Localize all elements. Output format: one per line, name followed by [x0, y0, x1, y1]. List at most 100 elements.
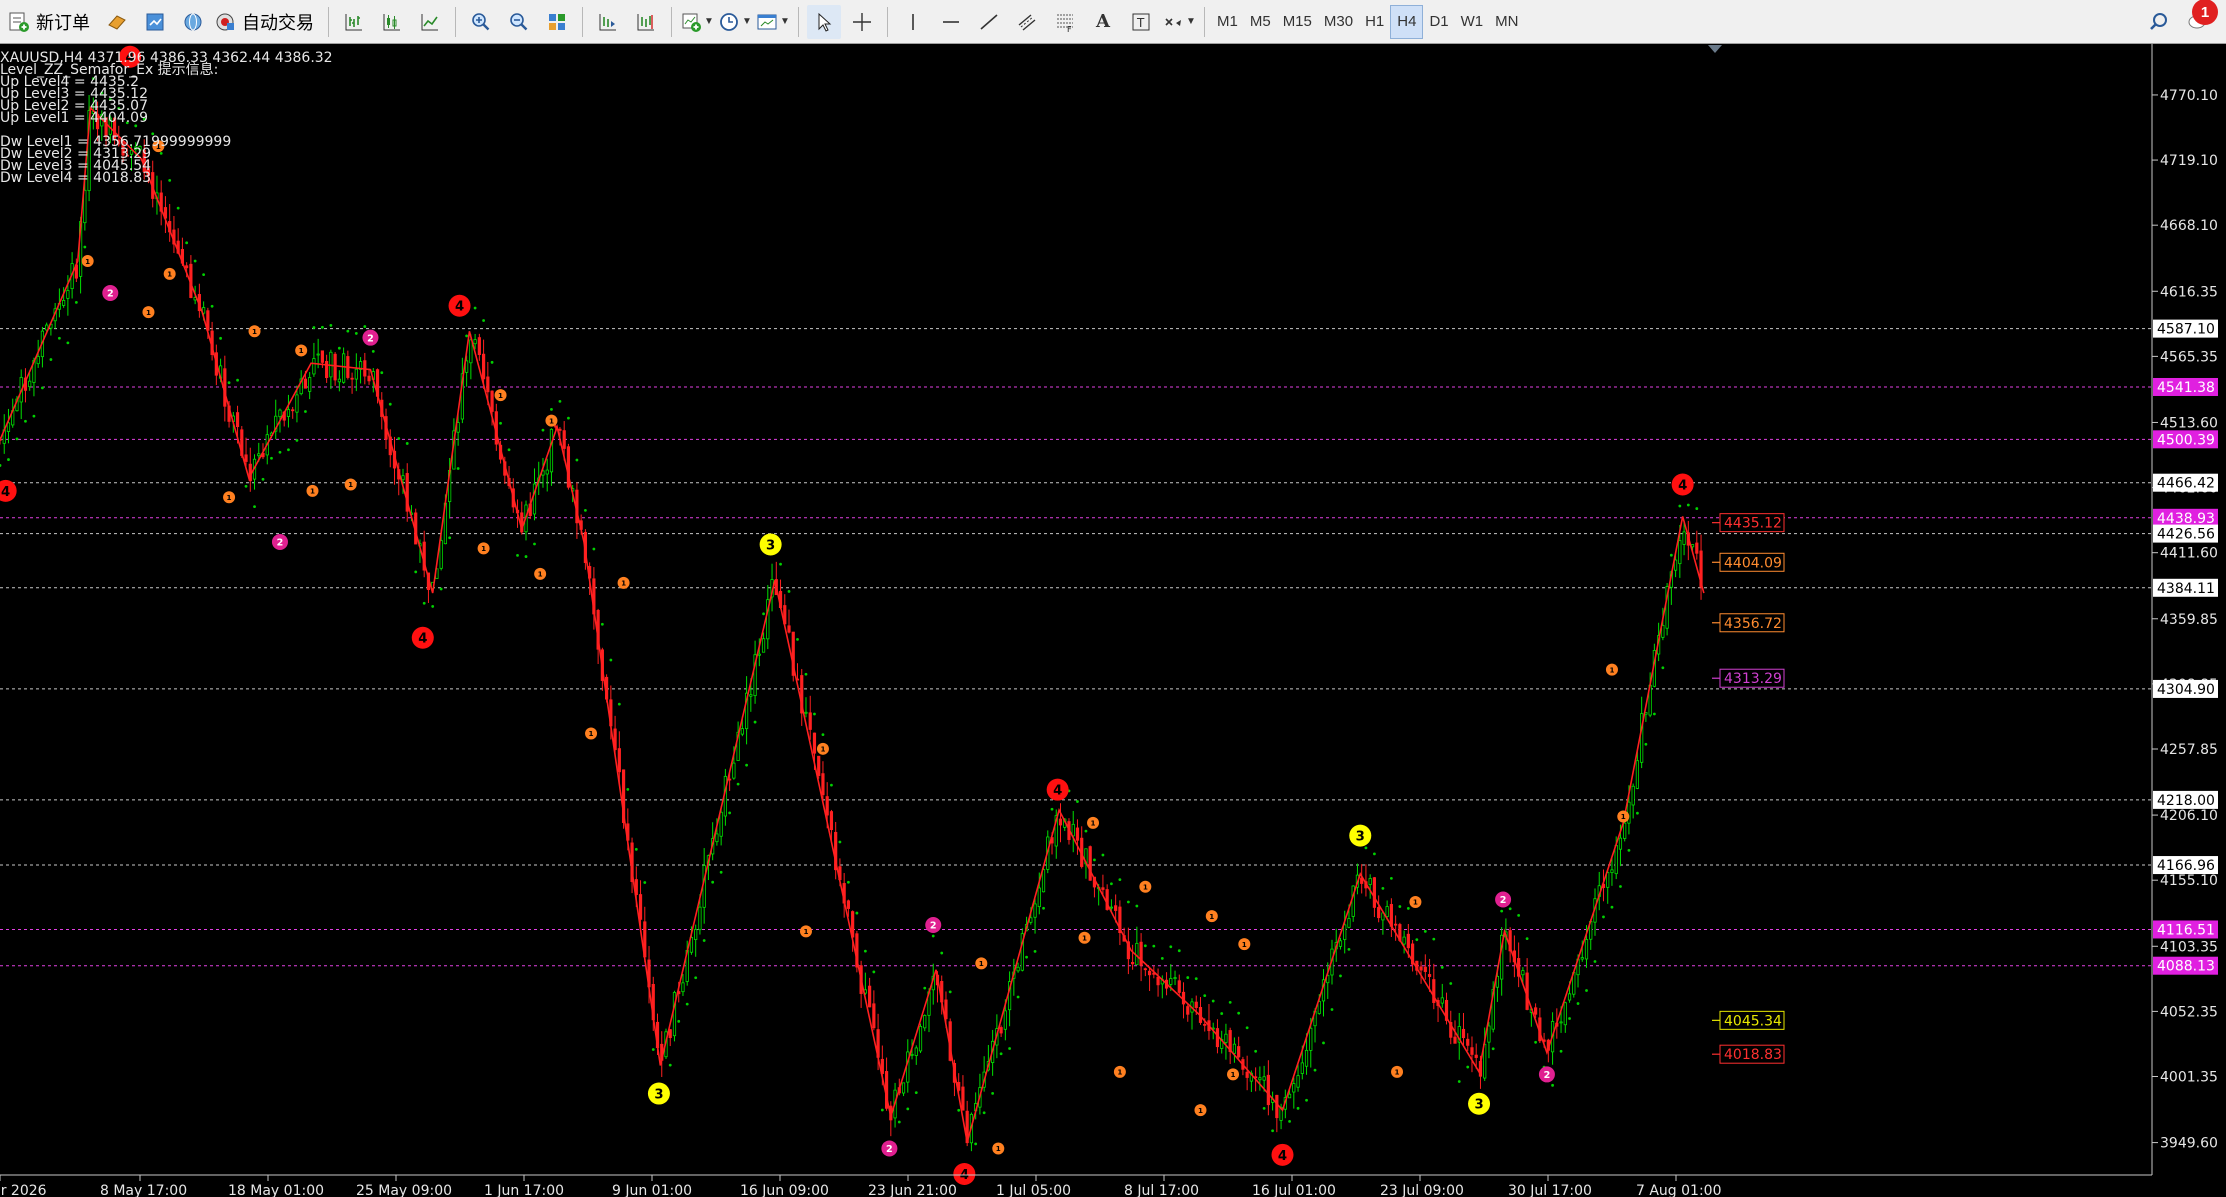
navigator-button[interactable]: [176, 5, 210, 39]
notifications-button[interactable]: 1: [2180, 0, 2218, 39]
sar-dot: [1305, 1098, 1308, 1102]
candle-body: [1237, 1046, 1241, 1058]
indicators-button[interactable]: ▼: [680, 5, 714, 39]
sar-dot: [456, 467, 460, 470]
level-line: Dw Level4 = 4018.83: [0, 170, 151, 186]
timeframe-m15-button[interactable]: M15: [1277, 5, 1318, 39]
text-tool-button[interactable]: A: [1086, 5, 1120, 39]
crosshair-tool-button[interactable]: [845, 5, 879, 39]
auto-trading-button[interactable]: 自动交易: [214, 5, 320, 39]
sar-dot: [948, 990, 952, 994]
price-tick-label: 4719.10: [2160, 153, 2218, 169]
sar-dot: [813, 712, 816, 716]
sar-dot: [1033, 950, 1037, 953]
chart-shift-icon: [599, 13, 616, 30]
candle-body: [486, 376, 490, 393]
price-tick-label: 4565.35: [2160, 349, 2218, 365]
periods-button[interactable]: ▼: [718, 5, 752, 39]
sar-dot: [575, 458, 579, 462]
sar-dot: [719, 870, 723, 874]
new-order-button[interactable]: 新订单: [8, 5, 96, 39]
toolbox-button[interactable]: [100, 5, 134, 39]
sar-dot: [253, 505, 256, 509]
channel-icon: [1018, 13, 1036, 31]
timeframe-m5-button[interactable]: M5: [1244, 5, 1277, 39]
horizontal-line-tool-button[interactable]: [934, 5, 968, 39]
bar-chart-button[interactable]: [337, 5, 371, 39]
level-tag-label: 4018.83: [1724, 1047, 1782, 1063]
right-tools: 1: [2140, 0, 2218, 39]
sar-dot: [1415, 938, 1419, 942]
trendline-tool-button[interactable]: [972, 5, 1006, 39]
candle-body: [333, 353, 337, 381]
sar-dot: [1169, 945, 1173, 949]
semafor-marker-label: 1: [1621, 812, 1626, 821]
candle-body: [490, 390, 494, 412]
price-tick-label: 4052.35: [2160, 1004, 2218, 1020]
timeframe-h1-button[interactable]: H1: [1359, 5, 1390, 39]
sar-dot: [1084, 829, 1088, 833]
sar-dot: [957, 1108, 961, 1112]
candle-body: [1058, 818, 1063, 826]
price-chart[interactable]: 4 2 1 1 1 1 4 1 1 2 1 1 2 1 4 4 1 1 1 1 1 1 3 3 1 1 2 2 1 1 4 4 1 1 1 1 1 1 1 1…: [0, 44, 2226, 1197]
vertical-line-tool-button[interactable]: [896, 5, 930, 39]
equidistant-channel-tool-button[interactable]: [1010, 5, 1044, 39]
tile-windows-button[interactable]: [540, 5, 574, 39]
timeframe-d1-button[interactable]: D1: [1423, 5, 1454, 39]
semafor-marker-label: 1: [167, 270, 172, 279]
candle-body: [808, 712, 812, 730]
timeframe-m1-button[interactable]: M1: [1211, 5, 1244, 39]
sar-dot: [388, 402, 392, 406]
timeframe-h4-button[interactable]: H4: [1390, 4, 1424, 39]
sar-dot: [1593, 960, 1597, 963]
candle-body: [1343, 924, 1347, 940]
candlestick-chart-button[interactable]: [375, 5, 409, 39]
sar-dot: [1432, 937, 1436, 941]
candle-body: [901, 1082, 906, 1094]
candle-body: [1678, 540, 1682, 565]
sar-dot: [897, 1120, 901, 1124]
sar-dot: [651, 1048, 655, 1051]
price-level-label: 4587.10: [2157, 322, 2215, 338]
candle-body: [1682, 531, 1686, 545]
sar-dot: [7, 458, 10, 461]
price-tick-label: 4257.85: [2160, 742, 2218, 758]
candle-body: [473, 339, 477, 345]
line-chart-button[interactable]: [413, 5, 447, 39]
candle-body: [1567, 993, 1572, 1001]
semafor-marker-label: 1: [1209, 912, 1214, 921]
templates-button[interactable]: ▼: [756, 5, 790, 39]
candle-body: [1071, 823, 1075, 837]
sar-dot: [1177, 949, 1181, 953]
sar-dot: [931, 934, 935, 938]
candle-body: [469, 339, 473, 364]
sar-dot: [1686, 503, 1690, 507]
sar-dot: [779, 562, 782, 566]
cursor-tool-button[interactable]: [807, 4, 841, 39]
sar-dot: [550, 407, 553, 411]
timeframe-m30-button[interactable]: M30: [1318, 5, 1359, 39]
timeframe-mn-button[interactable]: MN: [1489, 5, 1524, 39]
search-button[interactable]: [2142, 5, 2176, 39]
sar-dot: [583, 508, 587, 512]
candle-body: [1194, 1001, 1198, 1008]
auto-trading-label: 自动交易: [242, 12, 314, 34]
sar-dot: [24, 419, 27, 423]
chevron-down-icon: ▼: [780, 16, 790, 27]
candle-body: [1266, 1074, 1270, 1106]
price-tick-label: 4103.35: [2160, 939, 2218, 955]
timeframe-w1-button[interactable]: W1: [1455, 5, 1490, 39]
text-label-tool-button[interactable]: T: [1124, 5, 1158, 39]
globe-icon: [184, 13, 202, 30]
sar-dot: [465, 334, 469, 338]
candle-body: [1377, 907, 1381, 919]
fibonacci-tool-button[interactable]: F: [1048, 5, 1082, 39]
auto-scroll-button[interactable]: [629, 5, 663, 39]
arrows-tool-button[interactable]: ▼: [1162, 5, 1196, 39]
zoom-out-button[interactable]: [502, 5, 536, 39]
candle-body: [1606, 872, 1610, 888]
market-watch-button[interactable]: [138, 5, 172, 39]
chevron-down-icon: ▼: [1186, 16, 1196, 27]
chart-shift-button[interactable]: [591, 5, 625, 39]
zoom-in-button[interactable]: [464, 5, 498, 39]
